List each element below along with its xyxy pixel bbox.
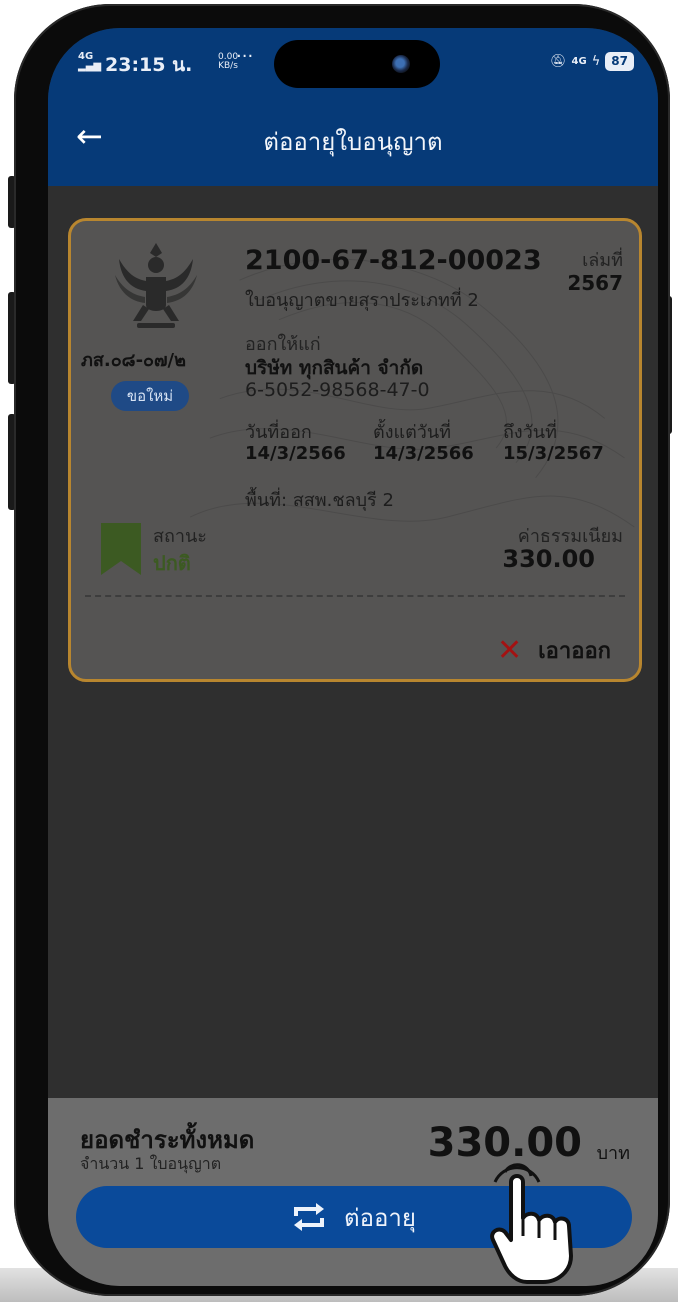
phone-frame: 4G ▂▄▆ 23:15 น. 0.00 KB/s ··· 🔕︎ 4G ϟ 87 ←… <box>14 4 670 1296</box>
dynamic-island <box>274 40 440 88</box>
area-text: พื้นที่: สสพ.ชลบุรี 2 <box>245 490 394 511</box>
remove-button[interactable]: ✕ เอาออก <box>497 633 611 668</box>
license-type: ใบอนุญาตขายสุราประเภทที่ 2 <box>245 290 479 311</box>
request-type-badge: ขอใหม่ <box>111 381 189 411</box>
issue-date-label: วันที่ออก <box>245 422 312 443</box>
speed-unit: KB/s <box>218 61 238 71</box>
battery-icon: 87 <box>605 52 634 71</box>
app-screen: 4G ▂▄▆ 23:15 น. 0.00 KB/s ··· 🔕︎ 4G ϟ 87 ←… <box>48 28 658 1286</box>
renew-label: ต่ออายุ <box>344 1203 416 1232</box>
to-date-label: ถึงวันที่ <box>503 422 557 443</box>
book-number: 2567 <box>567 271 623 295</box>
network-indicator: 4G ▂▄▆ <box>78 51 102 72</box>
status-right-icons: 🔕︎ 4G ϟ 87 <box>550 52 634 71</box>
app-header: 4G ▂▄▆ 23:15 น. 0.00 KB/s ··· 🔕︎ 4G ϟ 87 ←… <box>48 28 658 186</box>
close-icon: ✕ <box>497 632 523 668</box>
bell-muted-icon: 🔕︎ <box>550 54 567 69</box>
issue-date: 14/3/2566 <box>245 443 346 464</box>
total-unit: บาท <box>596 1143 630 1164</box>
book-label: เล่มที่ <box>582 250 623 271</box>
repeat-icon <box>294 1203 325 1231</box>
remove-label: เอาออก <box>538 639 611 664</box>
total-sub: จำนวน 1 ใบอนุญาต <box>80 1154 222 1173</box>
tap-hand-icon <box>490 1163 573 1284</box>
more-notifications-icon: ··· <box>236 46 254 67</box>
charging-icon: ϟ <box>591 54 601 69</box>
garuda-emblem-icon <box>115 243 197 328</box>
status-label: สถานะ <box>153 526 207 547</box>
license-number: 2100-67-812-00023 <box>245 245 542 276</box>
sim-4g-icon: 4G <box>571 56 587 67</box>
network-label: 4G <box>78 51 94 62</box>
form-code: ภส.๐๘-๐๗/๒ <box>81 350 186 371</box>
camera-icon <box>392 55 410 73</box>
status-value: ปกติ <box>153 551 191 575</box>
page-title: ต่ออายุใบอนุญาต <box>263 128 443 156</box>
tax-id: 6-5052-98568-47-0 <box>245 379 430 401</box>
to-date: 15/3/2567 <box>503 443 604 464</box>
from-date: 14/3/2566 <box>373 443 474 464</box>
bookmark-icon <box>101 523 141 575</box>
status-time: 23:15 น. <box>105 54 193 76</box>
license-card[interactable]: 2100-67-812-00023 ใบอนุญาตขายสุราประเภทท… <box>68 218 642 682</box>
fee-value: 330.00 <box>502 545 595 573</box>
from-date-label: ตั้งแต่วันที่ <box>373 422 452 443</box>
dashed-divider <box>85 595 625 597</box>
